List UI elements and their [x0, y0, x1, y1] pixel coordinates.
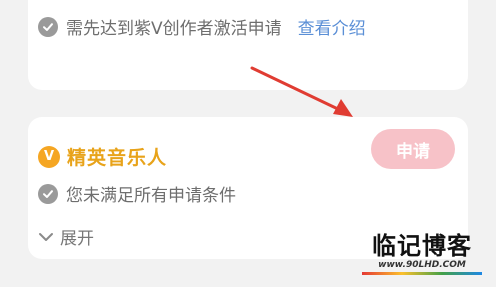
apply-button[interactable]: 申请 [371, 129, 455, 169]
card-title-row: V 精英音乐人 [38, 143, 167, 170]
watermark-url: www.90LHD.COM [378, 260, 466, 270]
expand-toggle[interactable]: 展开 [38, 224, 94, 249]
card-title: 精英音乐人 [67, 147, 168, 169]
watermark-logo: 临记博客 www.90LHD.COM [362, 232, 482, 275]
chevron-down-icon [38, 232, 54, 242]
orange-v-badge-icon: V [38, 145, 60, 168]
watermark-title: 临记博客 [372, 232, 472, 260]
watermark-color-bar [362, 272, 482, 275]
check-circle-icon [38, 183, 58, 204]
status-text: 您未满足所有申请条件 [66, 186, 236, 206]
status-row: 您未满足所有申请条件 [38, 181, 236, 206]
expand-label: 展开 [60, 229, 94, 249]
